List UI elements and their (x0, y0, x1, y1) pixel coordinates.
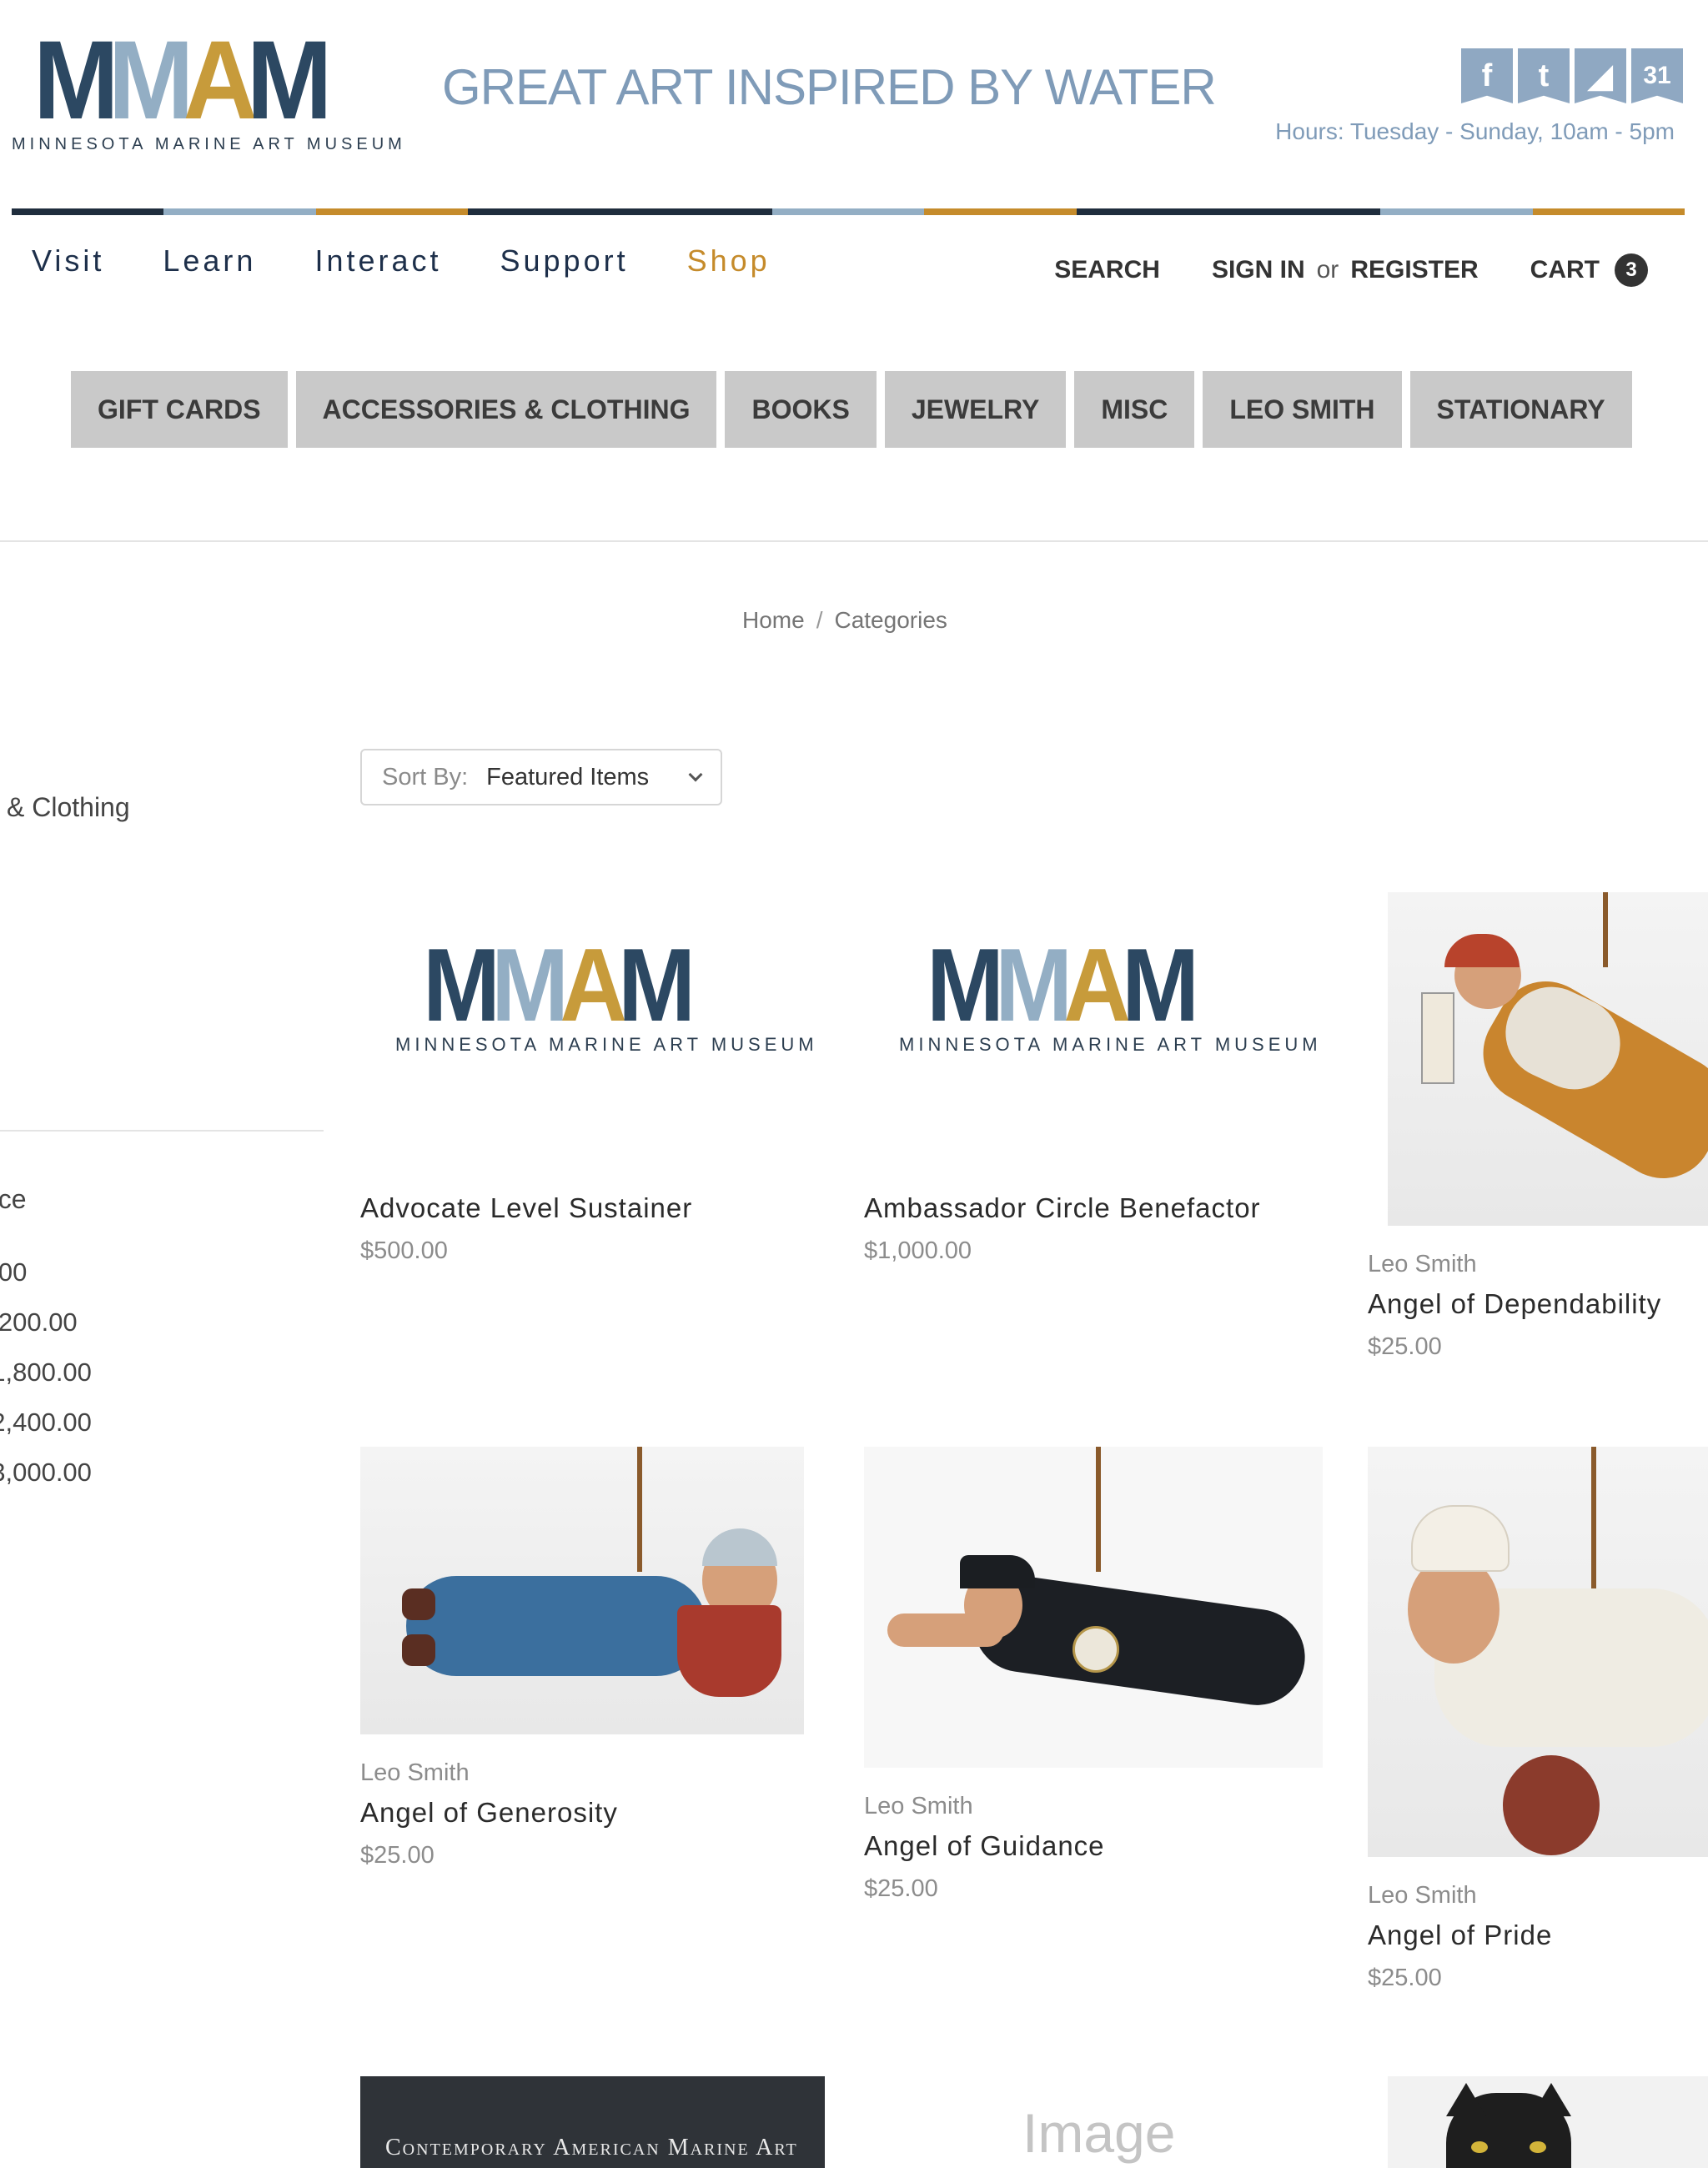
product-brand: Leo Smith (1368, 1251, 1477, 1277)
nav-shop[interactable]: Shop (687, 243, 771, 279)
nav-interact[interactable]: Interact (314, 243, 441, 279)
product-price: $25.00 (864, 1875, 938, 1902)
product-brand: Leo Smith (1368, 1882, 1477, 1909)
product-card[interactable]: Image (864, 2076, 1331, 2168)
or-text: or (1316, 256, 1339, 284)
breadcrumb-home[interactable]: Home (742, 607, 805, 634)
register-link[interactable]: REGISTER (1350, 256, 1478, 284)
tab-leo-smith[interactable]: LEO SMITH (1203, 371, 1402, 448)
stripe-segment (468, 208, 620, 215)
tab-accessories-clothing[interactable]: ACCESSORIES & CLOTHING (295, 371, 717, 448)
product-image[interactable]: MMAM MINNESOTA MARINE ART MUSEUM (360, 892, 827, 1142)
stripe-segment (1228, 208, 1381, 215)
cart-count-badge[interactable]: 3 (1615, 253, 1648, 287)
header-color-stripe (12, 208, 1685, 215)
facebook-icon[interactable]: f (1461, 48, 1513, 103)
stripe-segment (1076, 208, 1228, 215)
logo-subtitle: MINNESOTA MARINE ART MUSEUM (12, 135, 406, 153)
product-card[interactable]: Leo Smith Angel of Generosity $25.00 (360, 1447, 804, 1869)
price-range-link[interactable]: $1,800.00 (0, 1347, 92, 1398)
product-brand: Leo Smith (864, 1793, 973, 1819)
product-title[interactable]: Angel of Pride (1368, 1920, 1708, 1951)
calendar-icon[interactable]: 31 (1631, 48, 1683, 103)
breadcrumb-separator: / (816, 607, 823, 633)
nav-learn[interactable]: Learn (163, 243, 256, 279)
product-card[interactable]: Leo Smith Angel of Guidance $25.00 (864, 1447, 1323, 1903)
product-price: $25.00 (360, 1842, 435, 1869)
breadcrumb-current[interactable]: Categories (834, 607, 947, 634)
nav-support[interactable]: Support (500, 243, 629, 279)
product-image-placeholder[interactable]: Image (864, 2076, 1331, 2168)
site-tagline: GREAT ART INSPIRED BY WATER (442, 59, 1217, 115)
sort-by-value: Featured Items (486, 763, 650, 790)
product-price: $25.00 (1368, 1965, 1442, 1991)
product-card[interactable]: MMAM MINNESOTA MARINE ART MUSEUM Ambassa… (864, 892, 1331, 1265)
product-card[interactable]: Leo Smith Angel of Pride $25.00 (1368, 1447, 1708, 1992)
product-image[interactable] (1388, 892, 1708, 1226)
product-image[interactable] (1388, 2076, 1708, 2168)
tab-gift-cards[interactable]: GIFT CARDS (71, 371, 288, 448)
product-brand: Leo Smith (360, 1759, 470, 1786)
sign-in-link[interactable]: SIGN IN (1212, 256, 1305, 284)
product-title[interactable]: Angel of Guidance (864, 1830, 1323, 1862)
stripe-segment (924, 208, 1077, 215)
stripe-segment (12, 208, 164, 215)
nav-visit[interactable]: Visit (32, 243, 104, 279)
sidebar-price-heading: rice (0, 1184, 27, 1214)
image-placeholder-text: Image (1022, 2102, 1176, 2164)
product-image[interactable] (1368, 1447, 1708, 1857)
site-logo[interactable]: MMAM MINNESOTA MARINE ART MUSEUM (12, 18, 402, 158)
stripe-segment (315, 208, 469, 215)
museum-hours: Hours: Tuesday - Sunday, 10am - 5pm (1275, 118, 1675, 144)
tab-jewelry[interactable]: JEWELRY (884, 371, 1067, 448)
price-range-link[interactable]: $2,400.00 (0, 1398, 92, 1448)
logo-letters: MMAM (33, 18, 332, 143)
product-title[interactable]: Angel of Generosity (360, 1797, 804, 1829)
price-range-link[interactable]: $3,000.00 (0, 1448, 92, 1498)
product-image[interactable]: MMAM MINNESOTA MARINE ART MUSEUM (864, 892, 1331, 1142)
tab-misc[interactable]: MISC (1074, 371, 1195, 448)
product-title[interactable]: Angel of Dependability (1368, 1288, 1708, 1320)
header-divider (0, 540, 1708, 542)
product-card[interactable]: MMAM MINNESOTA MARINE ART MUSEUM Advocat… (360, 892, 827, 1265)
product-price: $25.00 (1368, 1333, 1442, 1360)
product-price: $1,000.00 (864, 1237, 972, 1264)
book-cover-title: Contemporary American Marine Art (385, 2135, 798, 2160)
sort-by-label: Sort By: (382, 763, 469, 790)
sidebar-price-list: 0.00 1,200.00 $1,800.00 $2,400.00 $3,000… (0, 1247, 92, 1498)
main-nav: Visit Learn Interact Support Shop (32, 243, 771, 279)
stripe-segment (620, 208, 772, 215)
product-card[interactable] (1368, 2076, 1708, 2168)
search-link[interactable]: SEARCH (1054, 256, 1160, 284)
stripe-segment (163, 208, 316, 215)
twitter-icon[interactable]: t (1518, 48, 1570, 103)
utility-nav: SEARCH SIGN IN or REGISTER CART 3 (1054, 253, 1648, 287)
tab-stationary[interactable]: STATIONARY (1409, 371, 1632, 448)
sort-by-select[interactable]: Sort By: Featured Items (360, 749, 722, 805)
mmam-logo-image: MMAM MINNESOTA MARINE ART MUSEUM (395, 928, 818, 1055)
product-card[interactable]: Leo Smith Angel of Dependability $25.00 (1368, 892, 1708, 1361)
cart-link[interactable]: CART (1530, 256, 1600, 284)
breadcrumb: Home / Categories (742, 607, 947, 634)
sidebar-divider (0, 1130, 324, 1132)
product-title[interactable]: Ambassador Circle Benefactor (864, 1192, 1331, 1224)
product-card[interactable]: Contemporary American Marine Art (360, 2076, 825, 2168)
mmam-logo-image: MMAM MINNESOTA MARINE ART MUSEUM (899, 928, 1322, 1055)
product-image[interactable] (864, 1447, 1323, 1768)
rss-icon[interactable]: ◢ (1575, 48, 1626, 103)
social-links: f t ◢ 31 (1461, 48, 1683, 103)
stripe-segment (1380, 208, 1533, 215)
stripe-segment (1532, 208, 1685, 215)
product-price: $500.00 (360, 1237, 448, 1264)
chevron-down-icon (688, 767, 703, 782)
stripe-segment (771, 208, 925, 215)
tab-books[interactable]: BOOKS (725, 371, 877, 448)
price-range-link[interactable]: 1,200.00 (0, 1297, 92, 1347)
product-title[interactable]: Advocate Level Sustainer (360, 1192, 827, 1224)
category-tabs: GIFT CARDS ACCESSORIES & CLOTHING BOOKS … (71, 371, 1632, 448)
book-cover-image[interactable]: Contemporary American Marine Art (360, 2076, 825, 2168)
price-range-link[interactable]: 0.00 (0, 1247, 92, 1297)
product-image[interactable] (360, 1447, 804, 1734)
sidebar-category-link[interactable]: & Clothing (7, 792, 130, 823)
